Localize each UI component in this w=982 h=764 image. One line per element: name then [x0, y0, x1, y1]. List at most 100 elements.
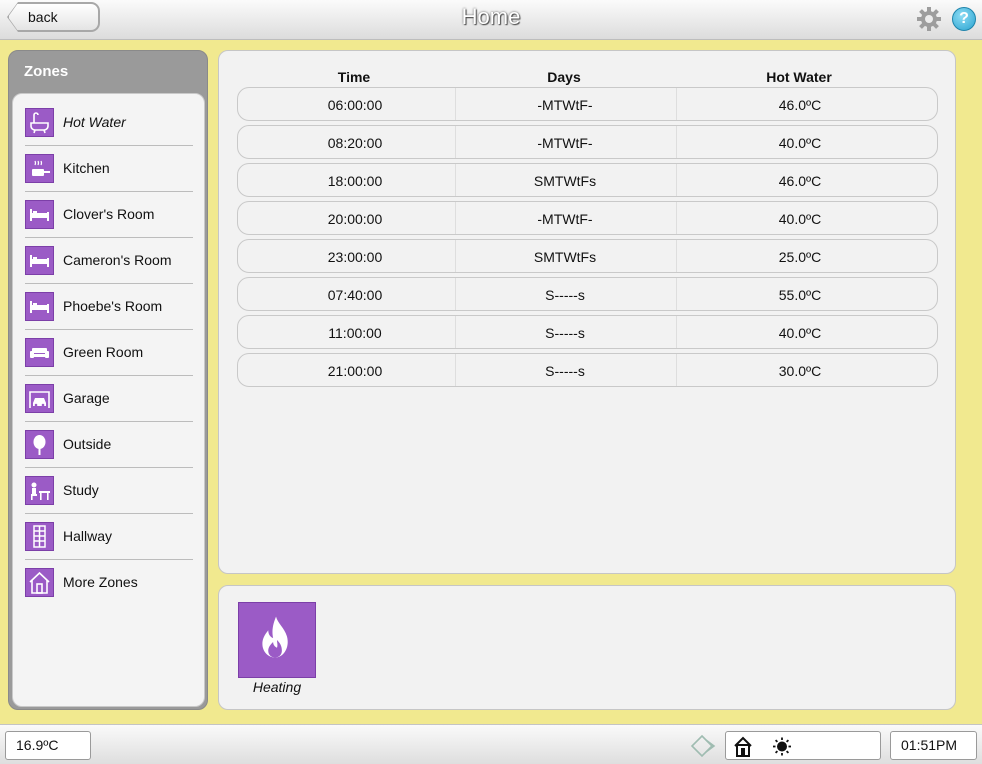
zone-label: Study — [63, 482, 99, 498]
zone-item-camerons-room[interactable]: Cameron's Room — [25, 238, 193, 284]
gear-icon[interactable] — [916, 6, 942, 32]
heating-button[interactable] — [238, 602, 316, 678]
zone-item-hallway[interactable]: Hallway — [25, 514, 193, 560]
modes-panel: Heating — [218, 585, 956, 710]
cooking-pot-icon — [25, 154, 54, 183]
column-divider — [455, 316, 456, 348]
zone-label: Hot Water — [63, 114, 126, 130]
column-divider — [455, 240, 456, 272]
column-header-time: Time — [337, 69, 371, 85]
mode-indicator[interactable] — [725, 731, 881, 760]
zone-label: More Zones — [63, 574, 138, 590]
logo-icon — [690, 733, 718, 759]
schedule-hot-water: 46.0ºC — [778, 97, 822, 113]
column-divider — [676, 240, 677, 272]
zone-item-clovers-room[interactable]: Clover's Room — [25, 192, 193, 238]
zone-item-more-zones[interactable]: More Zones — [25, 560, 193, 606]
column-divider — [676, 316, 677, 348]
zones-list: Hot Water Kitchen Clover's Room Cameron'… — [12, 93, 205, 707]
zone-label: Clover's Room — [63, 206, 155, 222]
schedule-days: -MTWtF- — [537, 97, 593, 113]
schedule-hot-water: 55.0ºC — [778, 287, 822, 303]
schedule-days: S-----s — [545, 287, 585, 303]
zone-label: Outside — [63, 436, 112, 452]
schedule-row[interactable]: 11:00:00 S-----s 40.0ºC — [237, 315, 938, 349]
zone-label: Green Room — [63, 344, 144, 360]
zone-label: Hallway — [63, 528, 113, 544]
schedule-days: SMTWtFs — [533, 249, 597, 265]
zone-label: Kitchen — [63, 160, 110, 176]
tree-icon — [25, 430, 54, 459]
zone-item-phoebes-room[interactable]: Phoebe's Room — [25, 284, 193, 330]
heating-label: Heating — [252, 679, 302, 695]
flame-icon — [262, 616, 288, 658]
column-header-hot-water: Hot Water — [766, 69, 832, 85]
schedule-hot-water: 30.0ºC — [778, 363, 822, 379]
help-icon[interactable]: ? — [952, 7, 976, 31]
column-divider — [676, 354, 677, 386]
column-divider — [676, 126, 677, 158]
status-bar: 16.9ºC 01:51PM — [0, 724, 982, 764]
column-divider — [676, 278, 677, 310]
schedule-row[interactable]: 20:00:00 -MTWtF- 40.0ºC — [237, 201, 938, 235]
zone-label: Phoebe's Room — [63, 298, 163, 314]
door-icon — [25, 522, 54, 551]
schedule-panel: Time Days Hot Water 06:00:00 -MTWtF- 46.0º… — [218, 50, 956, 574]
zone-item-kitchen[interactable]: Kitchen — [25, 146, 193, 192]
bed-icon — [25, 200, 54, 229]
schedule-hot-water: 40.0ºC — [778, 211, 822, 227]
column-divider — [455, 202, 456, 234]
column-divider — [676, 88, 677, 120]
column-divider — [455, 354, 456, 386]
zones-title: Zones — [24, 63, 69, 80]
schedule-row[interactable]: 07:40:00 S-----s 55.0ºC — [237, 277, 938, 311]
schedule-time: 18:00:00 — [327, 173, 383, 189]
zone-item-outside[interactable]: Outside — [25, 422, 193, 468]
zone-item-green-room[interactable]: Green Room — [25, 330, 193, 376]
schedule-days: -MTWtF- — [537, 211, 593, 227]
column-divider — [455, 164, 456, 196]
zones-panel: Zones Hot Water Kitchen Clover's Room Ca… — [8, 50, 208, 710]
top-bar: back Home ? — [0, 0, 982, 40]
zone-item-hot-water[interactable]: Hot Water — [25, 100, 193, 146]
zone-item-garage[interactable]: Garage — [25, 376, 193, 422]
schedule-time: 07:40:00 — [327, 287, 383, 303]
page-title: Home — [461, 4, 521, 29]
outdoor-temperature: 16.9ºC — [5, 731, 91, 760]
schedule-days: S-----s — [545, 363, 585, 379]
column-divider — [455, 278, 456, 310]
desk-icon — [25, 476, 54, 505]
column-divider — [676, 202, 677, 234]
schedule-time: 06:00:00 — [327, 97, 383, 113]
schedule-row[interactable]: 18:00:00 SMTWtFs 46.0ºC — [237, 163, 938, 197]
schedule-row[interactable]: 06:00:00 -MTWtF- 46.0ºC — [237, 87, 938, 121]
sun-icon — [773, 737, 791, 756]
schedule-days: S-----s — [545, 325, 585, 341]
house-icon — [25, 568, 54, 597]
schedule-row[interactable]: 21:00:00 S-----s 30.0ºC — [237, 353, 938, 387]
car-icon — [25, 384, 54, 413]
column-header-days: Days — [547, 69, 581, 85]
sofa-icon — [25, 338, 54, 367]
bed-icon — [25, 292, 54, 321]
schedule-hot-water: 25.0ºC — [778, 249, 822, 265]
schedule-time: 20:00:00 — [327, 211, 383, 227]
schedule-row[interactable]: 23:00:00 SMTWtFs 25.0ºC — [237, 239, 938, 273]
bath-icon — [25, 108, 54, 137]
zone-label: Cameron's Room — [63, 252, 172, 268]
zone-label: Garage — [63, 390, 110, 406]
schedule-hot-water: 46.0ºC — [778, 173, 822, 189]
home-icon — [734, 736, 752, 757]
schedule-time: 21:00:00 — [327, 363, 383, 379]
column-divider — [455, 126, 456, 158]
schedule-row[interactable]: 08:20:00 -MTWtF- 40.0ºC — [237, 125, 938, 159]
schedule-time: 08:20:00 — [327, 135, 383, 151]
schedule-days: -MTWtF- — [537, 135, 593, 151]
zone-item-study[interactable]: Study — [25, 468, 193, 514]
schedule-hot-water: 40.0ºC — [778, 325, 822, 341]
bed-icon — [25, 246, 54, 275]
schedule-hot-water: 40.0ºC — [778, 135, 822, 151]
column-divider — [455, 88, 456, 120]
schedule-time: 11:00:00 — [328, 325, 382, 341]
column-divider — [676, 164, 677, 196]
